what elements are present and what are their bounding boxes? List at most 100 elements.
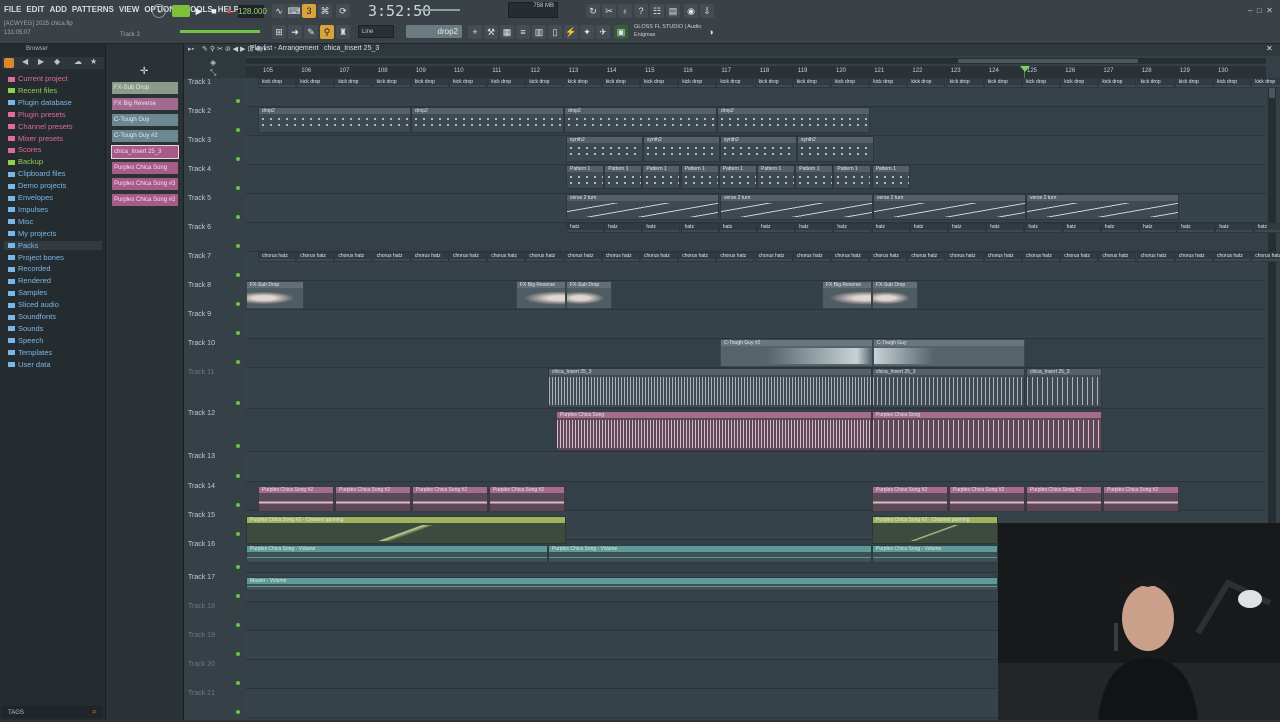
browser-item[interactable]: Recorded	[8, 264, 51, 273]
playlist-clip[interactable]: hatz	[566, 223, 604, 233]
track-mute-led[interactable]	[236, 444, 240, 448]
playlist-clip[interactable]: hatz	[833, 223, 872, 233]
track-mute-led[interactable]	[236, 401, 240, 405]
track-label[interactable]: Track 14	[188, 483, 240, 490]
store-icon[interactable]: ▣	[614, 25, 628, 39]
playlist-clip[interactable]: Master - Volume	[246, 577, 998, 591]
playlist-clip[interactable]: kick drop	[754, 78, 793, 88]
track-lane[interactable]	[246, 281, 1266, 310]
playlist-clip[interactable]: C-Tough Guy #2	[720, 339, 873, 367]
playlist-clip[interactable]: chorus hatz	[678, 252, 717, 262]
playlist-clip[interactable]: kick drop	[1251, 78, 1280, 88]
play-icon[interactable]: ▶	[192, 4, 206, 18]
snap-select[interactable]: Line	[358, 25, 394, 38]
playlist-clip[interactable]: kick drop	[449, 78, 487, 88]
picker-clip[interactable]: FX Big Reverse	[112, 98, 178, 110]
playlist-clip[interactable]: chorus hatz	[296, 252, 335, 262]
playlist-clip[interactable]: hatz	[1062, 223, 1101, 233]
playlist-clip[interactable]: chorus hatz	[792, 252, 831, 262]
playlist-clip[interactable]: hatz	[986, 223, 1025, 233]
playlist-clip[interactable]: chorus hatz	[601, 252, 640, 262]
playlist-clip[interactable]: kick drop	[1098, 78, 1137, 88]
playlist-clip[interactable]: kick drop	[869, 78, 908, 88]
playlist-clip[interactable]: hatz	[1139, 223, 1177, 233]
playlist-clip[interactable]: synth2	[643, 136, 720, 162]
picker-clip[interactable]: Purples Chica Song	[112, 162, 178, 174]
cloud-icon[interactable]: ☁	[74, 57, 82, 66]
track-label[interactable]: Track 6	[188, 224, 240, 231]
playlist-clip[interactable]: Purples Chica Song - Volume	[548, 545, 872, 563]
playlist-clip[interactable]: Purples Chica Song #2	[872, 486, 948, 512]
playlist-clip[interactable]: kick drop	[1022, 78, 1060, 88]
menu-item[interactable]: PATTERNS	[72, 5, 114, 14]
playlist-clip[interactable]: kick drop	[1174, 78, 1213, 88]
playlist-clip[interactable]: kick drop	[831, 78, 869, 88]
playlist-clip[interactable]: FX Big Reverse	[822, 281, 872, 309]
playlist-clip[interactable]: kick drop	[296, 78, 335, 88]
pattern-selector[interactable]: drop2	[406, 25, 462, 38]
playlist-clip[interactable]: kick drop	[563, 78, 602, 88]
browser-item[interactable]: Sounds	[8, 324, 43, 333]
track-label[interactable]: Track 12	[188, 410, 240, 417]
playlist-clip[interactable]: hatz	[1177, 223, 1216, 233]
playlist-clip[interactable]: kick drop	[601, 78, 640, 88]
track-mute-led[interactable]	[236, 99, 240, 103]
playlist-clip[interactable]: verse 2 turn	[566, 194, 719, 220]
playlist-clip[interactable]: chorus hatz	[1213, 252, 1251, 262]
track-label[interactable]: Track 1	[188, 79, 240, 86]
playlist-clip[interactable]: kick drop	[678, 78, 717, 88]
playlist-clip[interactable]: chica_Insert 25_3	[872, 368, 1025, 408]
playlist-clip[interactable]: chorus hatz	[716, 252, 755, 262]
browser-item[interactable]: Plugin database	[8, 98, 72, 107]
playlist-clip[interactable]: Purples Chica Song - Volume	[872, 545, 998, 563]
track-mute-led[interactable]	[236, 652, 240, 656]
playlist-clip[interactable]: hatz	[1253, 223, 1280, 233]
browser-item[interactable]: User data	[8, 360, 51, 369]
playlist-clip[interactable]: chorus hatz	[869, 252, 908, 262]
playlist-clip[interactable]: chorus hatz	[487, 252, 526, 262]
browser-item[interactable]: Misc	[8, 217, 33, 226]
playlist-clip[interactable]: chica_Insert 25_3	[548, 368, 872, 408]
track-label[interactable]: Track 10	[188, 340, 240, 347]
menu-item[interactable]: EDIT	[26, 5, 44, 14]
playlist-clip[interactable]: hatz	[718, 223, 757, 233]
mic2-icon[interactable]: ✦	[580, 25, 594, 39]
playlist-clip[interactable]: kick drop	[983, 78, 1022, 88]
playlist-clip[interactable]: chorus hatz	[1136, 252, 1175, 262]
playlist-clip[interactable]: Purples Chica Song	[556, 411, 872, 451]
menu-item[interactable]: FILE	[4, 5, 21, 14]
playlist-clip[interactable]: kick drop	[372, 78, 411, 88]
track-mute-led[interactable]	[236, 474, 240, 478]
track-mute-led[interactable]	[236, 532, 240, 536]
track-mute-led[interactable]	[236, 302, 240, 306]
track-label[interactable]: Track 5	[188, 195, 240, 202]
playlist-clip[interactable]: drop2	[564, 107, 717, 133]
browser-item[interactable]: Recent files	[8, 86, 57, 95]
playlist-clip[interactable]: C-Tough Guy	[873, 339, 1025, 367]
playlist-clip[interactable]: Pattern 1	[795, 165, 834, 189]
playlist-clip[interactable]: Pattern 1	[604, 165, 643, 189]
track-mute-led[interactable]	[236, 503, 240, 507]
track-mute-led[interactable]	[236, 565, 240, 569]
browser-item[interactable]: Demo projects	[8, 181, 66, 190]
export-icon[interactable]: ✈	[596, 25, 610, 39]
playlist-clip[interactable]: kick drop	[525, 78, 564, 88]
browser-item[interactable]: Plugin presets	[8, 110, 66, 119]
track-label[interactable]: Track 9	[188, 311, 240, 318]
picker-clip[interactable]: FX-Sub Drop	[112, 82, 178, 94]
cut-icon[interactable]: ✂	[602, 4, 616, 18]
playlist-clip[interactable]: chorus hatz	[372, 252, 411, 262]
track-mute-led[interactable]	[236, 186, 240, 190]
playlist-clip[interactable]: kick drop	[1060, 78, 1099, 88]
playlist-clip[interactable]: hatz	[757, 223, 795, 233]
position-scrubber[interactable]	[420, 9, 460, 11]
playlist-clip[interactable]: chorus hatz	[945, 252, 984, 262]
pattern-song-toggle[interactable]	[172, 5, 190, 17]
track-mute-led[interactable]	[236, 215, 240, 219]
playlist-clip[interactable]: FX-Sub Drop	[872, 281, 918, 309]
playlist-clip[interactable]: Purples Chica Song #2 - Channel panning	[872, 516, 998, 544]
snap-magnet-icon[interactable]: ◈	[210, 58, 216, 67]
playlist-clip[interactable]: chica_Insert 25_3	[1026, 368, 1102, 408]
track-label[interactable]: Track 21	[188, 690, 240, 697]
tools-icon[interactable]: ⚒	[484, 25, 498, 39]
